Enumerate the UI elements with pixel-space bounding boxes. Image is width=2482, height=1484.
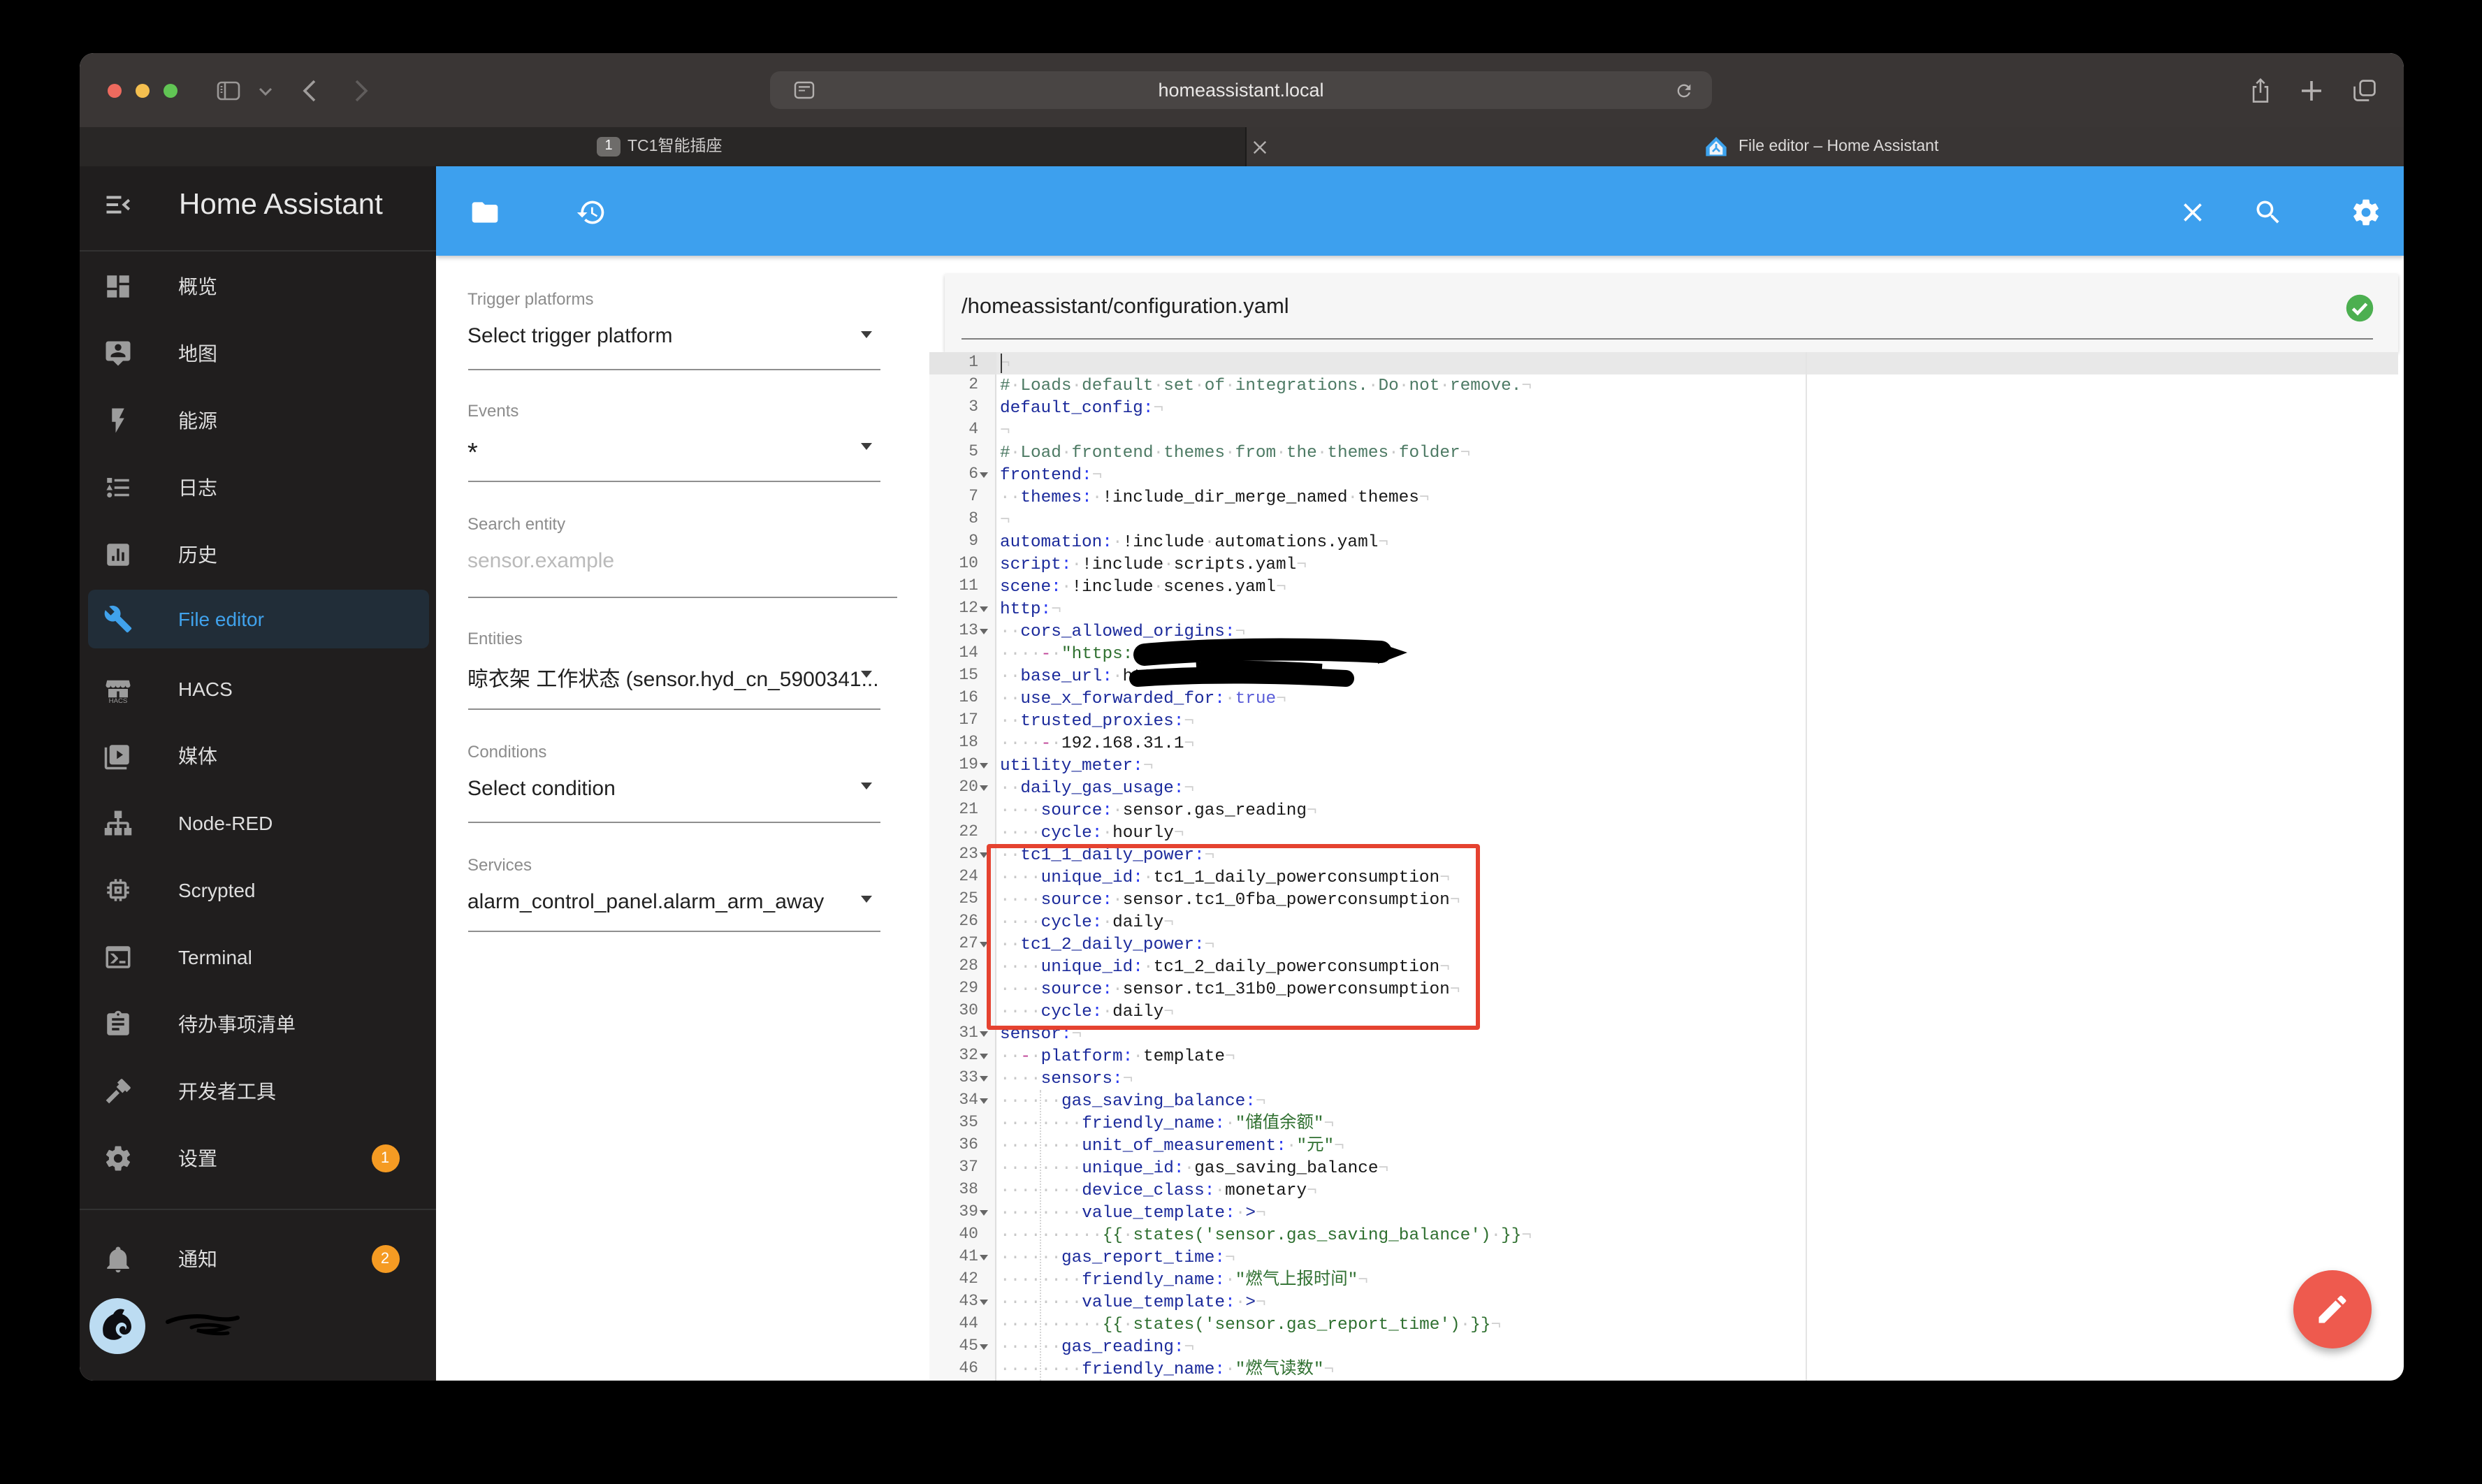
svg-text:HACS: HACS	[108, 697, 127, 703]
